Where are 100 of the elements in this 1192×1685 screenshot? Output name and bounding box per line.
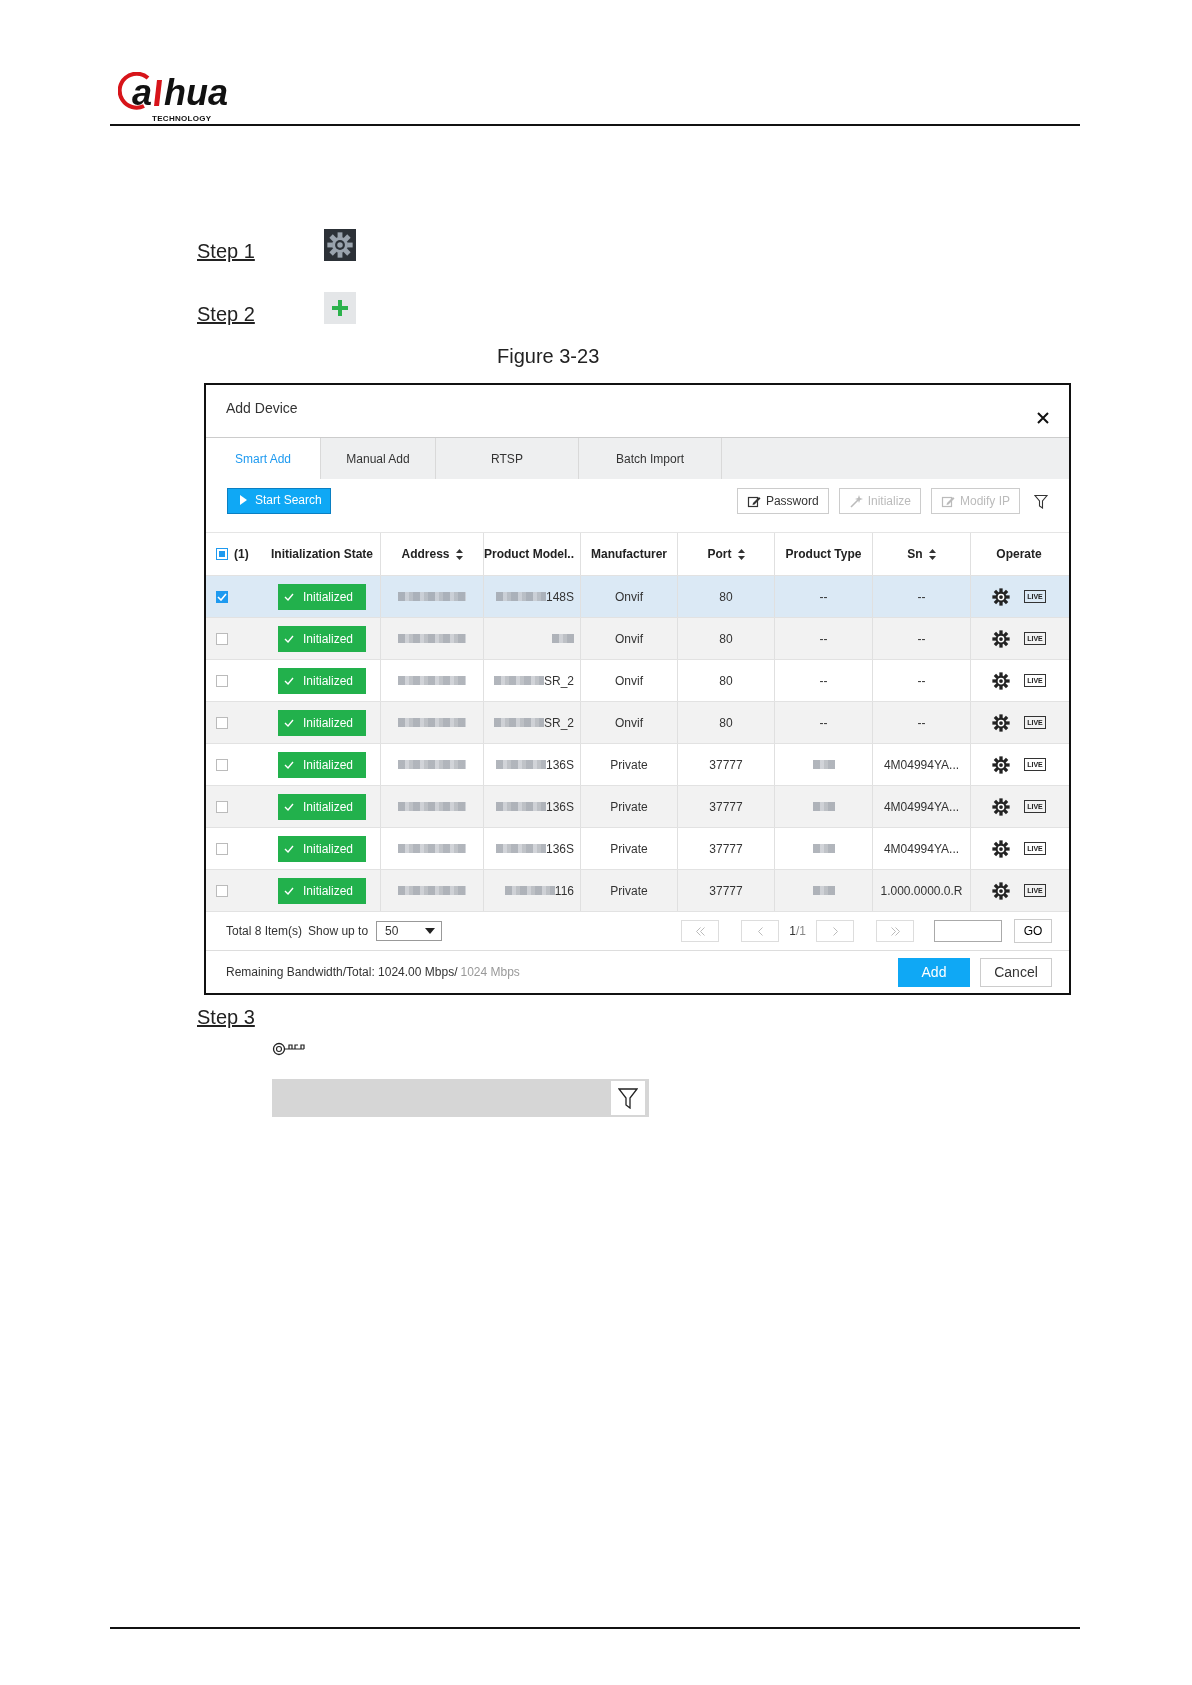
redacted-text: [495, 844, 546, 853]
first-page-icon: [695, 926, 705, 936]
gear-icon[interactable]: [992, 839, 1011, 858]
table-cell: 136S: [545, 799, 574, 814]
redacted-text: [398, 802, 466, 811]
page-size-dropdown[interactable]: 50: [376, 921, 443, 941]
figure-caption: Figure 3-23: [497, 344, 601, 368]
redacted-text: [495, 592, 546, 601]
cancel-button[interactable]: Cancel: [980, 957, 1052, 987]
column-header: Product Model..: [484, 547, 574, 561]
redacted-text: [495, 760, 546, 769]
table-cell: Private: [610, 883, 648, 898]
table-cell: --: [917, 673, 926, 688]
check-icon: [284, 592, 294, 601]
gear-icon[interactable]: [992, 671, 1011, 690]
table-cell: --: [819, 673, 828, 688]
check-icon: [284, 676, 294, 685]
key-icon: [272, 1041, 306, 1057]
close-icon[interactable]: [1037, 412, 1049, 424]
status-badge: Initialized: [278, 709, 366, 736]
filter-icon[interactable]: [1034, 494, 1049, 509]
table-cell: 4M04994YA...: [883, 799, 960, 814]
checkbox[interactable]: [216, 800, 228, 813]
check-icon: [284, 634, 294, 643]
redacted-text: [398, 634, 466, 643]
checkbox[interactable]: [216, 590, 228, 603]
gear-icon: [324, 229, 356, 261]
status-badge: Initialized: [278, 877, 366, 904]
table-cell: SR_2: [543, 673, 574, 688]
table-cell: 37777: [709, 841, 743, 856]
table-cell: --: [819, 631, 828, 646]
table-cell: 37777: [709, 799, 743, 814]
checkbox[interactable]: [216, 758, 228, 771]
bandwidth-total: 1024 Mbps: [460, 965, 520, 979]
gear-icon[interactable]: [992, 755, 1011, 774]
redacted-text: [398, 844, 466, 853]
bandwidth-label: Remaining Bandwidth/Total: 1024.00 Mbps/: [226, 965, 458, 979]
tab[interactable]: Manual Add: [321, 438, 436, 479]
tab[interactable]: Batch Import: [579, 438, 722, 479]
redacted-text: [495, 802, 546, 811]
checkbox[interactable]: [216, 716, 228, 729]
table-cell: Private: [610, 757, 648, 772]
step-label: Step 3: [197, 1005, 256, 1029]
table-cell: Onvif: [615, 589, 643, 604]
redacted-text: [398, 592, 466, 601]
gear-icon[interactable]: [992, 797, 1011, 816]
filter-button[interactable]: [611, 1081, 645, 1115]
gear-icon[interactable]: [992, 713, 1011, 732]
page-size-label: Show up to: [308, 924, 369, 938]
table-cell: 80: [719, 715, 733, 730]
checkbox[interactable]: [216, 842, 228, 855]
table-cell: Private: [610, 841, 648, 856]
table-cell: 80: [719, 631, 733, 646]
sort-icon[interactable]: [737, 548, 745, 560]
redacted-text: [398, 718, 466, 727]
tab[interactable]: RTSP: [436, 438, 579, 479]
redacted-text: [493, 676, 544, 685]
sort-icon[interactable]: [455, 548, 463, 560]
table-cell: 148S: [545, 589, 574, 604]
gear-icon[interactable]: [992, 629, 1011, 648]
table-cell: 1.000.0000.0.R: [880, 883, 963, 898]
table-cell: 116: [554, 883, 574, 898]
table-cell: --: [819, 589, 828, 604]
table-cell: --: [917, 631, 926, 646]
column-header: Manufacturer: [591, 547, 667, 561]
table-cell: 4M04994YA...: [883, 841, 960, 856]
wand-icon: [848, 493, 864, 509]
column-header: Address: [401, 547, 450, 561]
check-icon: [284, 886, 294, 895]
table-cell: --: [917, 589, 926, 604]
table-cell: 80: [719, 673, 733, 688]
checkbox[interactable]: [216, 632, 228, 645]
page-total: /1: [796, 924, 806, 938]
step-label: Step 2: [197, 304, 256, 324]
gear-icon[interactable]: [992, 881, 1011, 900]
column-header: Product Type: [785, 547, 862, 561]
table-cell: SR_2: [543, 715, 574, 730]
column-header: Sn: [907, 547, 923, 561]
redacted-text: [552, 634, 574, 643]
table-cell: Onvif: [615, 631, 643, 646]
table-cell: 4M04994YA...: [883, 757, 960, 772]
total-count: Total 8 Item(s): [226, 924, 303, 938]
table-cell: 136S: [545, 841, 574, 856]
status-badge: Initialized: [278, 835, 366, 862]
go-button[interactable]: GO: [1014, 919, 1052, 943]
table-cell: --: [917, 715, 926, 730]
checkbox[interactable]: [216, 548, 228, 560]
check-icon: [284, 802, 294, 811]
toolbar-button[interactable]: Password: [736, 488, 829, 514]
step-label: Step 1: [197, 241, 256, 261]
gear-icon[interactable]: [992, 587, 1011, 606]
check-icon: [284, 844, 294, 853]
checkbox[interactable]: [216, 674, 228, 687]
page-input[interactable]: [934, 920, 1002, 942]
table-cell: Onvif: [615, 715, 643, 730]
check-icon: [217, 592, 227, 601]
checkbox[interactable]: [216, 884, 228, 897]
play-icon: [240, 495, 247, 505]
sort-icon[interactable]: [928, 548, 936, 560]
redacted-text: [812, 760, 835, 769]
